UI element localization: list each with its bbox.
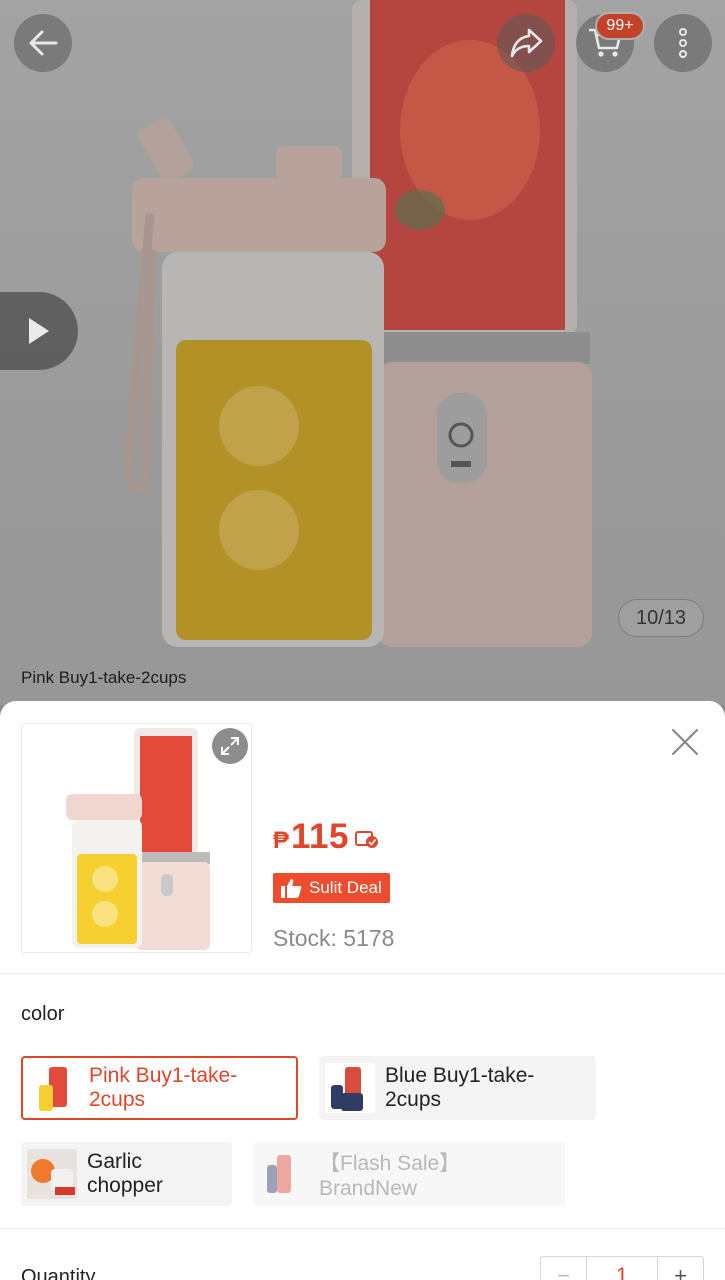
option-thumbnail [27,1149,77,1199]
product-photo-juicers [123,0,592,647]
divider [0,1228,725,1229]
option-pink-buy1-take-2cups[interactable]: Pink Buy1-take-2cups [21,1056,298,1120]
variation-bottom-sheet: ₱ 115 Sulit Deal Stock: 5178 color Pink … [0,701,725,1280]
option-blue-buy1-take-2cups[interactable]: Blue Buy1-take-2cups [319,1056,596,1120]
image-variant-caption: Pink Buy1-take-2cups [21,668,187,687]
share-button[interactable] [497,14,555,72]
quantity-input[interactable]: 1 [586,1257,658,1280]
quantity-label: Quantity [21,1266,96,1280]
back-button[interactable] [14,14,72,72]
deal-label: Sulit Deal [309,878,382,897]
image-counter: 10/13 [618,599,704,637]
divider [0,973,725,974]
more-vertical-icon [679,28,687,58]
expand-image-button[interactable] [212,728,248,764]
option-label: Garlic chopper [87,1150,163,1197]
quantity-stepper[interactable]: − 1 + [540,1256,704,1280]
expand-icon [221,737,239,755]
option-label: Blue Buy1-take-2cups [385,1064,535,1111]
close-icon[interactable] [668,725,702,759]
price: ₱ 115 [273,817,379,857]
voucher-tag-icon [354,831,378,848]
option-thumbnail [29,1063,79,1113]
option-thumbnail [259,1149,309,1199]
decrease-quantity-button[interactable]: − [541,1257,586,1280]
increase-quantity-button[interactable]: + [658,1257,703,1280]
play-video-button[interactable] [0,292,78,370]
option-flash-sale-brandnew[interactable]: 【Flash Sale】BrandNew [253,1142,565,1206]
option-garlic-chopper[interactable]: Garlic chopper [21,1142,232,1206]
stock-text: Stock: 5178 [273,925,395,951]
currency-symbol: ₱ [273,827,290,854]
cart-count-badge: 99+ [595,12,645,40]
thumbs-up-icon [281,879,302,898]
play-icon [29,318,49,344]
sulit-deal-badge: Sulit Deal [273,873,390,903]
share-icon [510,28,543,58]
variation-label: color [21,1003,65,1025]
option-thumbnail [325,1063,375,1113]
price-amount: 115 [291,817,349,856]
option-label: Pink Buy1-take-2cups [89,1064,238,1111]
selected-variant-thumbnail[interactable] [21,723,252,953]
more-options-button[interactable] [654,14,712,72]
product-image-carousel[interactable]: 99+ 10/13 Pink Buy1-take-2cups [0,0,725,705]
arrow-left-icon [29,30,58,56]
option-label: 【Flash Sale】BrandNew [319,1152,461,1200]
